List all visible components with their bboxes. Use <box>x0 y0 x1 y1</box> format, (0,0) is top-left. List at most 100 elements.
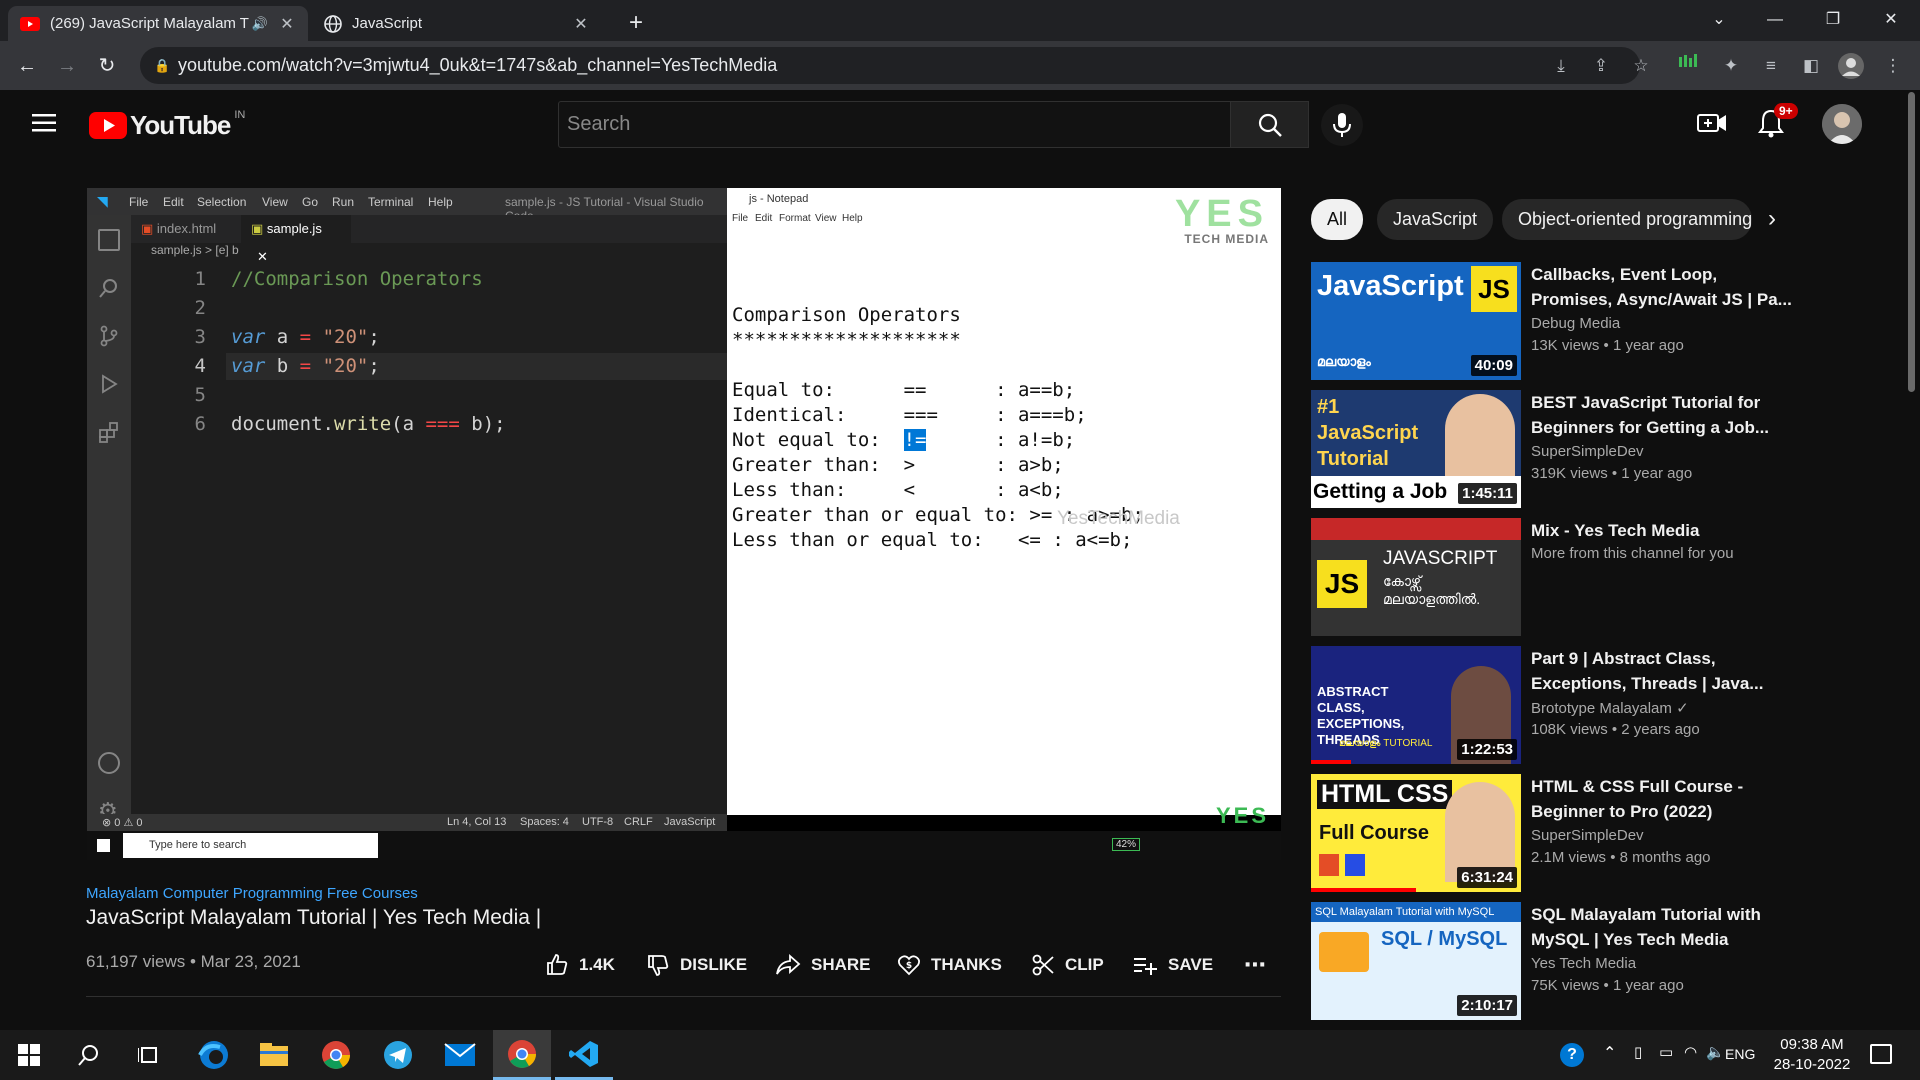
share-page-icon[interactable]: ⇪ <box>1588 53 1614 79</box>
like-button[interactable]: 1.4K <box>545 950 615 980</box>
video-thumbnail[interactable]: SQL Malayalam Tutorial with MySQL SQL / … <box>1311 902 1521 1020</box>
thanks-button[interactable]: $ THANKS <box>897 950 1002 980</box>
taskbar-vscode-icon[interactable] <box>555 1030 613 1080</box>
channel-name[interactable]: SuperSimpleDev <box>1531 827 1644 844</box>
input-language[interactable]: ENG <box>1725 1046 1755 1062</box>
side-panel-icon[interactable]: ◧ <box>1798 53 1824 79</box>
youtube-logo[interactable]: YouTube IN <box>89 109 245 140</box>
video-thumbnail[interactable]: JavaScript JS മലയാളം 40:09 <box>1311 262 1521 380</box>
video-thumbnail[interactable]: HTML CSS Full Course 6:31:24 <box>1311 774 1521 892</box>
system-clock[interactable]: 09:38 AM 28-10-2022 <box>1767 1035 1857 1075</box>
dislike-button[interactable]: DISLIKE <box>646 950 747 980</box>
voice-search-button[interactable] <box>1321 104 1363 146</box>
recommendation-title[interactable]: Callbacks, Event Loop, Promises, Async/A… <box>1531 262 1801 312</box>
video-thumbnail[interactable]: ABSTRACT CLASS, EXCEPTIONS, THREADS മലയാ… <box>1311 646 1521 764</box>
minimize-button[interactable]: — <box>1752 6 1798 34</box>
recommendation-title[interactable]: Part 9 | Abstract Class, Exceptions, Thr… <box>1531 646 1801 696</box>
lock-icon[interactable]: 🔒 <box>154 47 170 84</box>
recommendation-title[interactable]: Mix - Yes Tech Media <box>1531 518 1801 543</box>
profile-avatar[interactable] <box>1838 53 1864 79</box>
battery-icon[interactable]: ▭ <box>1659 1043 1673 1061</box>
bookmark-star-icon[interactable]: ☆ <box>1628 53 1654 79</box>
volume-icon[interactable]: 🔈 <box>1706 1043 1725 1061</box>
video-stats: 2.1M views • 8 months ago <box>1531 849 1711 866</box>
windows-start-button[interactable] <box>0 1030 58 1080</box>
chrome-menu-icon[interactable]: ⋮ <box>1880 53 1906 79</box>
recommendation-card[interactable]: #1 JavaScript Tutorial Getting a Job 1:4… <box>1311 390 1911 508</box>
close-window-button[interactable]: ✕ <box>1868 6 1914 34</box>
channel-name[interactable]: Yes Tech Media <box>1531 955 1636 972</box>
recommendation-card[interactable]: HTML CSS Full Course 6:31:24 HTML & CSS … <box>1311 774 1911 892</box>
restore-button[interactable]: ❐ <box>1810 6 1856 34</box>
video-player[interactable]: ◥ File Edit Selection View Go Run Termin… <box>87 188 1281 860</box>
chip-all[interactable]: All <box>1311 199 1364 240</box>
hamburger-menu-icon[interactable] <box>32 114 56 132</box>
svg-text:$: $ <box>906 961 912 971</box>
vscode-tab-sample-js: ▣ sample.js ✕ <box>241 215 351 264</box>
browser-tab-youtube[interactable]: (269) JavaScript Malayalam T 🔊 ✕ <box>8 6 308 41</box>
extensions-puzzle-icon[interactable]: ✦ <box>1718 53 1744 79</box>
video-thumbnail[interactable]: #1 JavaScript Tutorial Getting a Job 1:4… <box>1311 390 1521 508</box>
close-tab-icon[interactable]: ✕ <box>278 14 296 34</box>
chip-oop[interactable]: Object-oriented programming <box>1502 199 1752 240</box>
save-button[interactable]: SAVE <box>1132 950 1213 980</box>
wifi-icon[interactable]: ◠ <box>1684 1043 1697 1061</box>
task-view-button[interactable] <box>120 1030 178 1080</box>
chips-next-arrow-icon[interactable]: › <box>1768 205 1776 233</box>
back-button[interactable]: ← <box>12 51 42 81</box>
close-tab-icon[interactable]: ✕ <box>572 14 590 34</box>
channel-name[interactable]: More from this channel for you <box>1531 545 1734 562</box>
create-video-icon[interactable] <box>1697 110 1727 136</box>
taskbar-mail-icon[interactable] <box>431 1030 489 1080</box>
channel-name[interactable]: Debug Media <box>1531 315 1620 332</box>
video-duration: 1:45:11 <box>1458 483 1517 504</box>
recommendation-card[interactable]: JS JAVASCRIPT കോഴ്സ് മലയാളത്തിൽ. Mix - Y… <box>1311 518 1911 636</box>
taskbar-chrome-active-icon[interactable] <box>493 1030 551 1080</box>
clip-button[interactable]: CLIP <box>1031 950 1104 980</box>
account-avatar[interactable] <box>1822 104 1862 144</box>
page-scrollbar[interactable] <box>1903 90 1920 1030</box>
notepad-window: js - Notepad File Edit Format View Help … <box>727 188 1281 828</box>
taskbar-telegram-icon[interactable] <box>369 1030 427 1080</box>
recommendation-card[interactable]: SQL Malayalam Tutorial with MySQL SQL / … <box>1311 902 1911 1020</box>
video-hashtag-link[interactable]: Malayalam Computer Programming Free Cour… <box>86 885 418 902</box>
notifications-bell-icon[interactable]: 9+ <box>1757 103 1798 138</box>
notification-center-icon[interactable] <box>1870 1044 1892 1064</box>
browser-tab-javascript[interactable]: JavaScript ✕ <box>312 6 602 41</box>
tab-search-icon[interactable]: ⌄ <box>1696 6 1742 34</box>
speaker-icon[interactable]: 🔊 <box>252 16 268 32</box>
search-input[interactable]: Search <box>558 101 1231 148</box>
more-actions-icon[interactable]: ⋯ <box>1244 950 1266 980</box>
channel-name[interactable]: Brototype Malayalam ✓ <box>1531 699 1689 717</box>
overlay-watermark: YesTechMedia <box>1057 508 1180 529</box>
extension-bars-icon[interactable] <box>1678 53 1704 79</box>
media-queue-icon[interactable]: ≡ <box>1758 53 1784 79</box>
recommendation-card[interactable]: JavaScript JS മലയാളം 40:09 Callbacks, Ev… <box>1311 262 1911 380</box>
video-thumbnail[interactable]: JS JAVASCRIPT കോഴ്സ് മലയാളത്തിൽ. <box>1311 518 1521 636</box>
chip-javascript[interactable]: JavaScript <box>1377 199 1494 240</box>
recommendation-title[interactable]: BEST JavaScript Tutorial for Beginners f… <box>1531 390 1801 440</box>
tray-chevron-icon[interactable]: ⌃ <box>1603 1043 1616 1063</box>
share-button[interactable]: SHARE <box>775 950 871 980</box>
help-icon[interactable]: ? <box>1560 1043 1584 1067</box>
browser-tab-strip: (269) JavaScript Malayalam T 🔊 ✕ JavaScr… <box>0 0 1920 41</box>
scrollbar-thumb[interactable] <box>1908 92 1915 392</box>
video-stats: 319K views • 1 year ago <box>1531 465 1693 482</box>
recommendation-title[interactable]: HTML & CSS Full Course - Beginner to Pro… <box>1531 774 1801 824</box>
channel-name[interactable]: SuperSimpleDev <box>1531 443 1644 460</box>
search-button[interactable] <box>1231 101 1309 148</box>
taskbar-search-button[interactable] <box>60 1030 118 1080</box>
recommendation-card[interactable]: ABSTRACT CLASS, EXCEPTIONS, THREADS മലയാ… <box>1311 646 1911 764</box>
video-stats: 13K views • 1 year ago <box>1531 337 1684 354</box>
taskbar-file-explorer-icon[interactable] <box>245 1030 303 1080</box>
tray-device-icon[interactable]: ▯ <box>1634 1043 1642 1061</box>
taskbar-chrome-icon[interactable] <box>307 1030 365 1080</box>
video-duration: 1:22:53 <box>1457 739 1517 760</box>
recommendation-title[interactable]: SQL Malayalam Tutorial with MySQL | Yes … <box>1531 902 1801 952</box>
reload-button[interactable]: ↻ <box>92 51 122 81</box>
new-tab-button[interactable]: + <box>622 9 650 37</box>
install-icon[interactable]: ⤓ <box>1548 53 1574 79</box>
forward-button[interactable]: → <box>52 51 82 81</box>
taskbar-edge-icon[interactable] <box>185 1030 243 1080</box>
address-bar[interactable]: 🔒 youtube.com/watch?v=3mjwtu4_0uk&t=1747… <box>140 47 1640 84</box>
